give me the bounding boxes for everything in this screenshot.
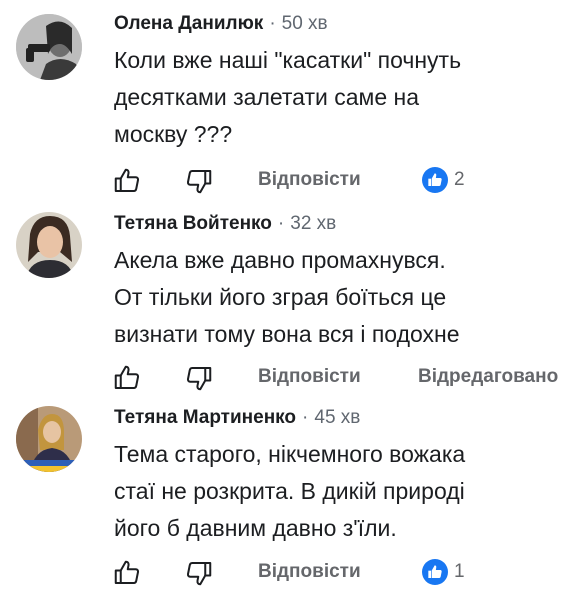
comment-header: Тетяна Войтенко · 32 хв [114,212,584,236]
thumbs-down-icon[interactable] [184,558,214,588]
timestamp[interactable]: 45 хв [314,407,360,428]
thumbs-down-icon[interactable] [184,363,214,393]
comment-text: Тема старого, нікчемного вожака стаї не … [114,436,584,547]
separator-dot: · [277,213,285,234]
comment-header: Олена Данилюк · 50 хв [114,12,584,36]
comment-line: десятками залетати саме на [114,84,420,110]
like-reaction-icon [422,559,448,585]
avatar-image [16,406,82,472]
timestamp[interactable]: 50 хв [282,13,328,34]
author-name[interactable]: Тетяна Мартиненко [114,407,296,428]
like-reaction-icon [422,167,448,193]
author-name[interactable]: Тетяна Войтенко [114,213,272,234]
like-count: 1 [454,561,465,582]
reaction-count[interactable]: 2 [422,166,465,194]
thumbs-up-icon[interactable] [112,363,142,393]
separator-dot: · [269,13,276,34]
comment-line: стаї не розкрита. В дикій природі [114,478,465,504]
thumbs-up-icon[interactable] [112,558,142,588]
avatar[interactable] [16,212,82,278]
timestamp[interactable]: 32 хв [290,213,336,234]
avatar[interactable] [16,14,82,80]
comment-line: його б давним давно з'їли. [114,515,397,541]
comment-text: Коли вже наші "касатки" почнуть десяткам… [114,42,584,153]
comment-line: Тема старого, нікчемного вожака [114,441,466,467]
reaction-count[interactable]: 1 [422,558,465,586]
thumbs-up-icon[interactable] [112,166,142,196]
comment-line: Коли вже наші "касатки" почнуть [114,47,462,73]
comment-text: Акела вже давно промахнувся. От тільки й… [114,242,584,353]
thumbs-down-icon[interactable] [184,166,214,196]
reply-button[interactable]: Відповісти [258,366,361,388]
reply-button[interactable]: Відповісти [258,561,361,583]
comment-line: визнати тому вона вся і подохне [114,321,460,347]
avatar-image [16,14,82,80]
comment-line: От тільки його зграя боїться це [114,284,447,310]
comment-line: москву ??? [114,121,233,147]
reply-button[interactable]: Відповісти [258,169,361,191]
comment-actions: Відповісти 2 [112,163,584,197]
avatar-image [16,212,82,278]
comment-line: Акела вже давно промахнувся. [114,247,446,273]
separator-dot: · [302,407,309,428]
comment-actions: Відповісти 1 [112,555,584,589]
like-count: 2 [454,169,465,190]
avatar[interactable] [16,406,82,472]
comment-header: Тетяна Мартиненко · 45 хв [114,406,584,430]
edited-label[interactable]: Відредаговано [418,366,558,388]
comment-actions: Відповісти Відредаговано [112,360,584,394]
author-name[interactable]: Олена Данилюк [114,13,263,34]
